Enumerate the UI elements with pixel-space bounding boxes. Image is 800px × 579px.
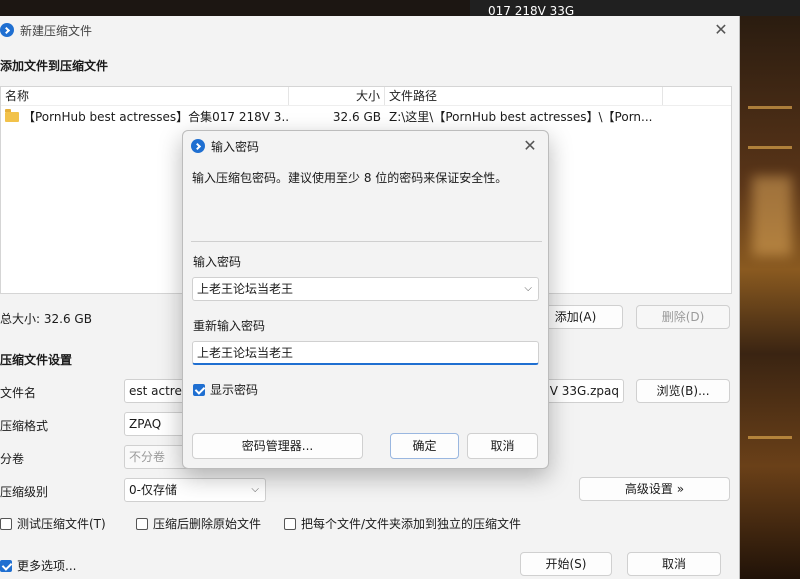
chevron-down-icon[interactable]: ⌵ (524, 278, 532, 300)
divider (191, 241, 542, 242)
delete-after-checkbox[interactable]: 压缩后删除原始文件 (136, 515, 261, 532)
start-button[interactable]: 开始(S) (520, 552, 612, 576)
app-icon (191, 139, 205, 153)
level-value: 0-仅存储 (129, 483, 177, 497)
folder-icon (5, 109, 19, 122)
file-list-header: 名称 大小 文件路径 (1, 87, 731, 106)
split-value: 不分卷 (129, 450, 166, 464)
file-name: 【PornHub best actresses】合集017 218V 3... (23, 110, 289, 124)
test-archive-label: 测试压缩文件(T) (17, 517, 106, 531)
format-label: 压缩格式 (0, 419, 49, 433)
close-icon[interactable]: ✕ (520, 136, 540, 156)
format-value: ZPAQ (129, 417, 162, 431)
add-section-title: 添加文件到压缩文件 (0, 59, 109, 73)
password-label: 输入密码 (193, 255, 242, 269)
file-size: 32.6 GB (332, 110, 381, 124)
app-icon (0, 23, 14, 37)
test-archive-checkbox[interactable]: 测试压缩文件(T) (0, 515, 106, 532)
dialog-titlebar: 输入密码 ✕ (183, 131, 548, 161)
dialog-cancel-button[interactable]: 取消 (467, 433, 538, 459)
close-icon[interactable]: ✕ (711, 20, 731, 40)
column-size[interactable]: 大小 (289, 87, 385, 105)
separate-archives-checkbox[interactable]: 把每个文件/文件夹添加到独立的压缩文件 (284, 515, 521, 532)
ok-button[interactable]: 确定 (390, 433, 459, 459)
table-row[interactable]: 【PornHub best actresses】合集017 218V 3... … (1, 106, 731, 128)
background-window-title: 017 218V 33G (470, 0, 800, 16)
checkbox-icon (0, 517, 12, 530)
reenter-password-value: 上老王论坛当老王 (197, 346, 294, 360)
level-label: 压缩级别 (0, 485, 49, 499)
level-select[interactable]: 0-仅存储 ⌵ (124, 478, 266, 502)
column-name[interactable]: 名称 (1, 87, 289, 105)
filename-text-right: 8V 33G.zpaq (542, 384, 619, 398)
password-manager-button[interactable]: 密码管理器... (192, 433, 363, 459)
desktop-background (740, 16, 800, 579)
reenter-password-label: 重新输入密码 (193, 319, 266, 333)
more-options-checkbox[interactable]: 更多选项... (0, 557, 76, 574)
cancel-button[interactable]: 取消 (627, 552, 721, 576)
checkbox-icon (284, 517, 296, 530)
advanced-settings-button[interactable]: 高级设置 » (579, 477, 730, 501)
checkbox-icon (136, 517, 148, 530)
settings-title: 压缩文件设置 (0, 353, 73, 367)
delete-button[interactable]: 删除(D) (636, 305, 730, 329)
password-input[interactable]: 上老王论坛当老王 ⌵ (192, 277, 539, 301)
column-path[interactable]: 文件路径 (385, 87, 663, 105)
file-path: Z:\这里\【PornHub best actresses】\【Porn... (389, 110, 653, 124)
dialog-description: 输入压缩包密码。建议使用至少 8 位的密码来保证安全性。 (192, 171, 508, 185)
window-title: 新建压缩文件 (20, 23, 93, 38)
password-value: 上老王论坛当老王 (197, 282, 294, 296)
separate-archives-label: 把每个文件/文件夹添加到独立的压缩文件 (301, 517, 522, 531)
filename-label: 文件名 (0, 386, 37, 400)
checkbox-checked-icon (193, 383, 205, 396)
dialog-title: 输入密码 (211, 139, 260, 154)
show-password-label: 显示密码 (210, 383, 259, 397)
password-dialog: 输入密码 ✕ 输入压缩包密码。建议使用至少 8 位的密码来保证安全性。 输入密码… (182, 130, 549, 469)
delete-after-label: 压缩后删除原始文件 (153, 517, 262, 531)
show-password-checkbox[interactable]: 显示密码 (193, 381, 258, 398)
chevron-down-icon: ⌵ (251, 484, 259, 495)
browse-button[interactable]: 浏览(B)... (636, 379, 730, 403)
split-label: 分卷 (0, 452, 25, 466)
total-size: 总大小: 32.6 GB (0, 312, 92, 326)
checkbox-checked-icon (0, 559, 12, 572)
window-titlebar: 新建压缩文件 ✕ (0, 16, 739, 44)
reenter-password-input[interactable]: 上老王论坛当老王 (192, 341, 539, 365)
more-options-label: 更多选项... (17, 559, 77, 573)
